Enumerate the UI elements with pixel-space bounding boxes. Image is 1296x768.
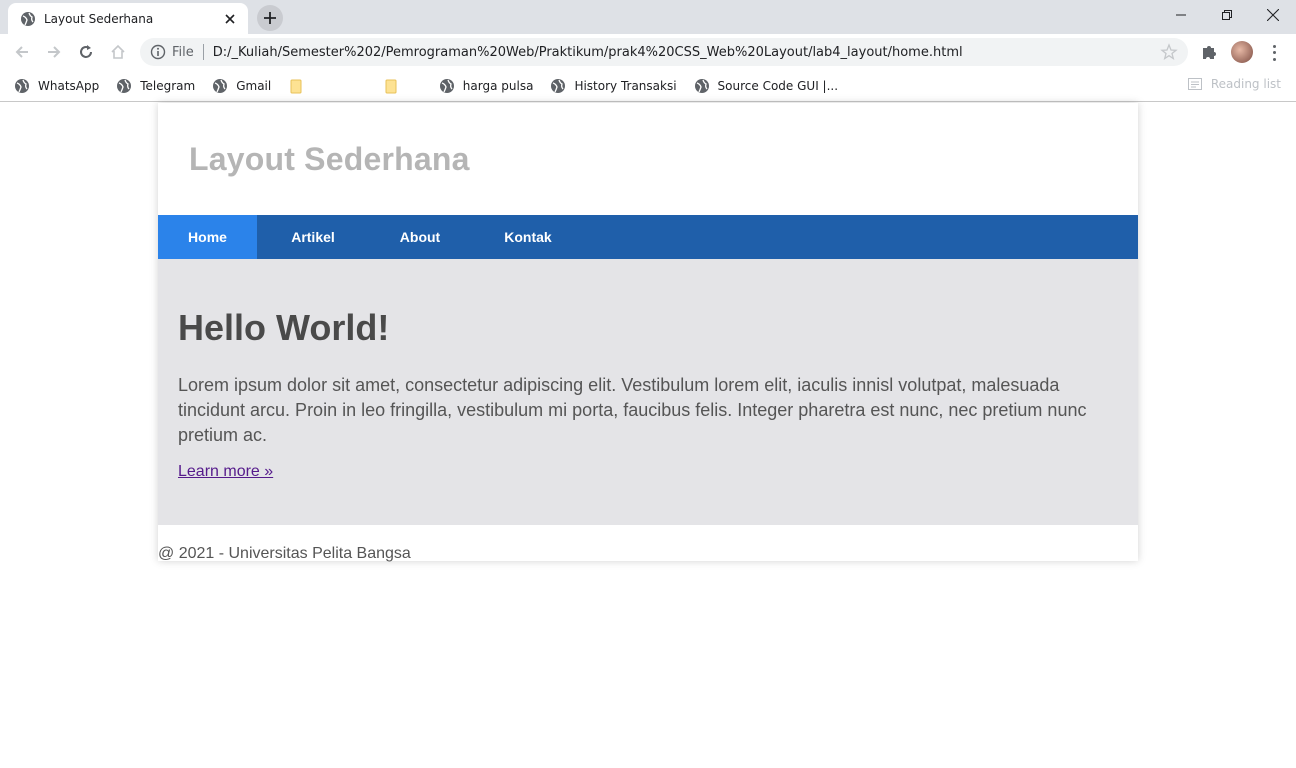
hero-heading: Hello World! bbox=[178, 307, 390, 348]
close-window-button[interactable] bbox=[1250, 0, 1296, 30]
close-icon bbox=[1267, 9, 1279, 21]
bookmark-telegram[interactable]: Telegram bbox=[116, 74, 195, 98]
folder-icon bbox=[383, 78, 399, 94]
home-button[interactable] bbox=[106, 40, 130, 64]
learn-more-link[interactable]: Learn more » bbox=[178, 463, 273, 480]
globe-icon bbox=[116, 78, 132, 94]
nav-about[interactable]: About bbox=[369, 215, 471, 259]
info-icon[interactable] bbox=[150, 44, 166, 60]
bookmark-history-transaksi[interactable]: History Transaksi bbox=[550, 74, 677, 98]
site-footer: @ 2021 - Universitas Pelita Bangsa bbox=[158, 525, 1138, 562]
bookmark-whatsapp[interactable]: WhatsApp bbox=[14, 74, 99, 98]
back-button[interactable] bbox=[10, 40, 34, 64]
menu-icon[interactable] bbox=[1268, 43, 1280, 63]
bookmark-label: Telegram bbox=[140, 78, 196, 93]
bookmarks-bar: WhatsApp Telegram Gmail INDOSAT XL harga… bbox=[0, 70, 1296, 102]
arrow-right-icon bbox=[48, 46, 61, 58]
tab-title: Layout Sederhana bbox=[44, 11, 154, 26]
hero-section: Hello World! Lorem ipsum dolor sit amet,… bbox=[158, 259, 1138, 525]
profile-avatar[interactable] bbox=[1231, 41, 1253, 63]
page-container: Layout Sederhana Home Artikel About Kont… bbox=[158, 103, 1138, 562]
bookmark-folder-indosat[interactable]: INDOSAT bbox=[288, 74, 366, 98]
reading-list-label: Reading list bbox=[1210, 77, 1281, 91]
minimize-icon bbox=[1176, 14, 1186, 16]
nav-artikel[interactable]: Artikel bbox=[257, 215, 369, 259]
main-nav: Home Artikel About Kontak bbox=[158, 215, 1138, 259]
globe-icon bbox=[550, 78, 566, 94]
bookmark-folder-xl[interactable]: XL bbox=[383, 74, 422, 98]
bookmark-harga-pulsa[interactable]: harga pulsa bbox=[439, 74, 534, 98]
restore-icon bbox=[1222, 10, 1232, 20]
browser-tab[interactable]: Layout Sederhana bbox=[8, 3, 248, 34]
tab-strip: Layout Sederhana bbox=[0, 0, 1296, 34]
reading-list-button[interactable]: Reading list bbox=[1187, 76, 1281, 92]
divider bbox=[202, 44, 204, 60]
bookmark-label: INDOSAT bbox=[312, 78, 366, 93]
reading-list-icon bbox=[1187, 76, 1203, 92]
globe-icon bbox=[20, 11, 36, 27]
globe-icon bbox=[14, 78, 30, 94]
close-tab-icon[interactable] bbox=[222, 11, 238, 27]
dot bbox=[1272, 58, 1276, 62]
dot bbox=[1272, 51, 1276, 55]
bookmark-label: Source Code GUI |... bbox=[717, 78, 839, 93]
browser-toolbar: File D:/_Kuliah/Semester%202/Pemrograman… bbox=[0, 34, 1296, 70]
bookmark-label: XL bbox=[406, 78, 422, 93]
bookmark-source-code-gui[interactable]: Source Code GUI |... bbox=[694, 74, 839, 98]
dot bbox=[1272, 44, 1276, 48]
reload-button[interactable] bbox=[74, 40, 98, 64]
reload-icon bbox=[80, 45, 92, 58]
bookmark-label: Gmail bbox=[236, 78, 272, 93]
url-scheme: File bbox=[172, 44, 194, 60]
plus-icon bbox=[264, 12, 276, 24]
site-header: Layout Sederhana bbox=[158, 103, 1138, 215]
globe-icon bbox=[212, 78, 228, 94]
puzzle-icon[interactable] bbox=[1199, 42, 1219, 62]
nav-kontak[interactable]: Kontak bbox=[471, 215, 585, 259]
bookmark-gmail[interactable]: Gmail bbox=[212, 74, 271, 98]
globe-icon bbox=[439, 78, 455, 94]
folder-icon bbox=[288, 78, 304, 94]
globe-icon bbox=[694, 78, 710, 94]
arrow-left-icon bbox=[15, 46, 28, 58]
footer-text: @ 2021 - Universitas Pelita Bangsa bbox=[158, 545, 411, 562]
minimize-button[interactable] bbox=[1158, 0, 1204, 30]
home-icon bbox=[111, 44, 125, 59]
star-icon[interactable] bbox=[1160, 43, 1178, 61]
bookmark-label: History Transaksi bbox=[574, 78, 677, 93]
nav-home[interactable]: Home bbox=[158, 215, 257, 259]
bookmark-label: harga pulsa bbox=[462, 78, 534, 93]
hero-text: Lorem ipsum dolor sit amet, consectetur … bbox=[178, 375, 1087, 445]
site-title: Layout Sederhana bbox=[189, 141, 470, 177]
new-tab-button[interactable] bbox=[257, 5, 283, 31]
address-bar[interactable]: File D:/_Kuliah/Semester%202/Pemrograman… bbox=[140, 38, 1188, 66]
bookmark-label: WhatsApp bbox=[38, 78, 100, 93]
restore-button[interactable] bbox=[1204, 0, 1250, 30]
url-text[interactable]: D:/_Kuliah/Semester%202/Pemrograman%20We… bbox=[213, 45, 1160, 60]
forward-button[interactable] bbox=[42, 40, 66, 64]
